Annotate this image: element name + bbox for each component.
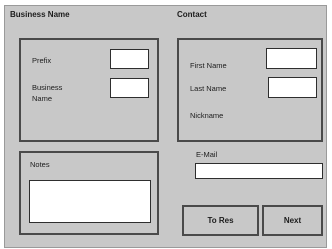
first-name-input[interactable] [266, 48, 317, 69]
contact-section-title: Contact [177, 10, 207, 19]
last-name-input[interactable] [268, 77, 317, 98]
prefix-label: Prefix [32, 56, 52, 65]
business-name-section-title: Business Name [10, 10, 70, 19]
email-label: E-Mail [196, 150, 218, 159]
prefix-input[interactable] [110, 49, 149, 69]
first-name-label: First Name [190, 61, 227, 70]
contact-entry-screen: Business Name Prefix Business Name Conta… [0, 0, 332, 249]
notes-textarea[interactable] [29, 180, 151, 223]
email-input[interactable] [195, 163, 323, 179]
notes-label: Notes [30, 160, 50, 169]
last-name-label: Last Name [190, 84, 227, 93]
next-button[interactable]: Next [262, 205, 323, 236]
nickname-label: Nickname [190, 111, 224, 120]
contact-group: First Name Last Name Nickname [177, 38, 323, 142]
business-name-label: Business Name [32, 83, 63, 103]
notes-group: Notes [19, 151, 159, 235]
to-res-button[interactable]: To Res [182, 205, 259, 236]
business-name-group: Prefix Business Name [19, 38, 159, 142]
business-name-input[interactable] [110, 78, 149, 98]
